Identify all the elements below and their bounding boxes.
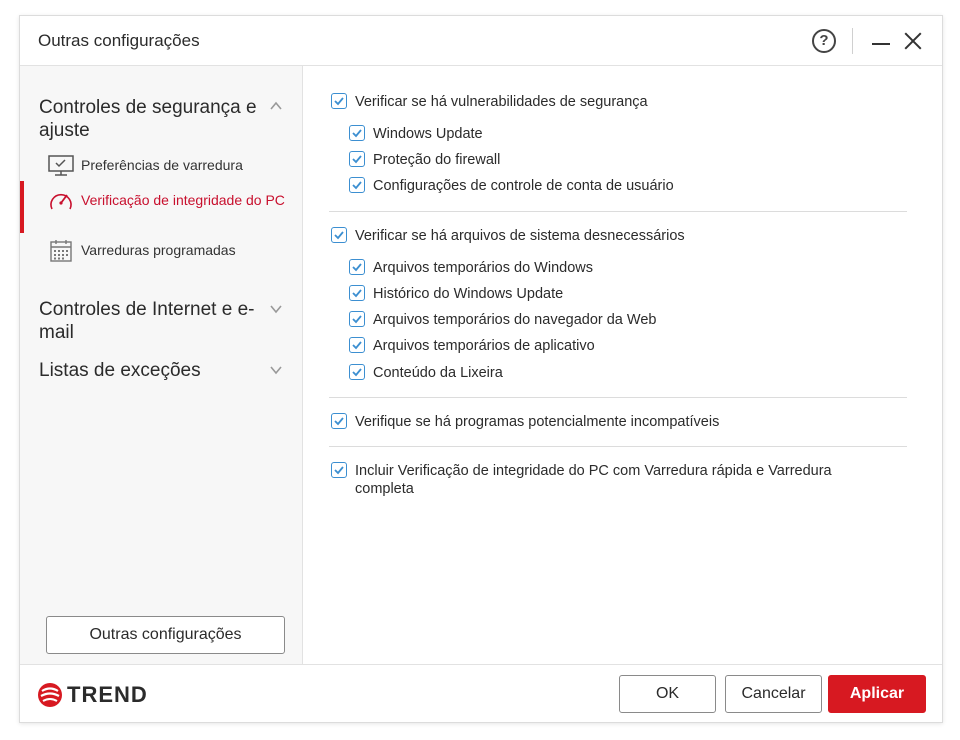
checkbox-label: Arquivos temporários do Windows	[373, 260, 594, 276]
other-settings-button[interactable]: Outras configurações	[46, 616, 285, 654]
sidebar-item-label: Preferências de varredura	[81, 157, 243, 173]
checkbox-box[interactable]	[349, 364, 365, 380]
gauge-icon	[48, 189, 74, 213]
close-icon[interactable]	[903, 31, 923, 51]
brand-name: TREND	[67, 682, 148, 707]
checkbox-label: Proteção do firewall	[373, 152, 501, 168]
checkbox-label: Verificar se há vulnerabilidades de segu…	[355, 94, 648, 110]
checkbox-box[interactable]	[349, 337, 365, 353]
checkbox-box[interactable]	[331, 462, 347, 478]
checkbox-label: Configurações de controle de conta de us…	[373, 178, 674, 194]
help-icon[interactable]: ?	[812, 29, 836, 53]
cancel-button[interactable]: Cancelar	[725, 675, 822, 713]
section-divider	[329, 211, 907, 212]
sidebar-item-scan-preferences[interactable]: Preferências de varredura	[20, 154, 303, 194]
checkbox-box[interactable]	[349, 285, 365, 301]
titlebar-separator	[852, 28, 853, 54]
sidebar-item-pc-health-check[interactable]: Verificação de integridade do PC	[20, 189, 303, 229]
sidebar-section-security[interactable]: Controles de segurança e ajuste	[39, 96, 259, 142]
chevron-down-icon[interactable]	[270, 302, 282, 314]
trend-ball-icon	[38, 683, 62, 707]
section-divider	[329, 446, 907, 447]
checkbox-box[interactable]	[349, 151, 365, 167]
monitor-check-icon	[48, 154, 74, 178]
sidebar: Controles de segurança e ajuste Preferên…	[20, 66, 303, 664]
footer: TREND OK Cancelar Aplicar	[20, 664, 942, 722]
checkbox-label: Arquivos temporários do navegador da Web	[373, 312, 657, 328]
sidebar-section-exception-lists[interactable]: Listas de exceções	[39, 359, 259, 382]
checkbox-label: Verificar se há arquivos de sistema desn…	[355, 228, 685, 244]
checkbox-box[interactable]	[349, 259, 365, 275]
chevron-up-icon[interactable]	[270, 99, 282, 111]
checkbox-box[interactable]	[331, 227, 347, 243]
checkbox-box[interactable]	[331, 413, 347, 429]
window-title: Outras configurações	[38, 31, 200, 50]
settings-window: Outras configurações ? Controles de segu…	[19, 15, 943, 723]
checkbox-label: Windows Update	[373, 126, 483, 142]
checkbox-box[interactable]	[349, 177, 365, 193]
checkbox-label: Verifique se há programas potencialmente…	[355, 414, 720, 430]
ok-button[interactable]: OK	[619, 675, 716, 713]
checkbox-label: Incluir Verificação de integridade do PC…	[355, 463, 832, 497]
checkbox-box[interactable]	[331, 93, 347, 109]
sidebar-section-internet-email[interactable]: Controles de Internet e e-mail	[39, 298, 259, 344]
chevron-down-icon[interactable]	[270, 363, 282, 375]
checkbox-label: Arquivos temporários de aplicativo	[373, 338, 595, 354]
sidebar-item-label: Verificação de integridade do PC	[81, 192, 285, 208]
sidebar-item-scheduled-scans[interactable]: Varreduras programadas	[20, 239, 303, 279]
calendar-icon	[48, 239, 74, 263]
sidebar-item-label: Varreduras programadas	[81, 242, 236, 258]
section-divider	[329, 397, 907, 398]
checkbox-label: Conteúdo da Lixeira	[373, 365, 503, 381]
checkbox-box[interactable]	[349, 311, 365, 327]
settings-panel: Verificar se há vulnerabilidades de segu…	[304, 66, 942, 664]
checkbox-label: Histórico do Windows Update	[373, 286, 564, 302]
checkbox-box[interactable]	[349, 125, 365, 141]
title-bar: Outras configurações ?	[20, 16, 942, 66]
minimize-icon[interactable]	[872, 32, 890, 50]
apply-button[interactable]: Aplicar	[828, 675, 926, 713]
